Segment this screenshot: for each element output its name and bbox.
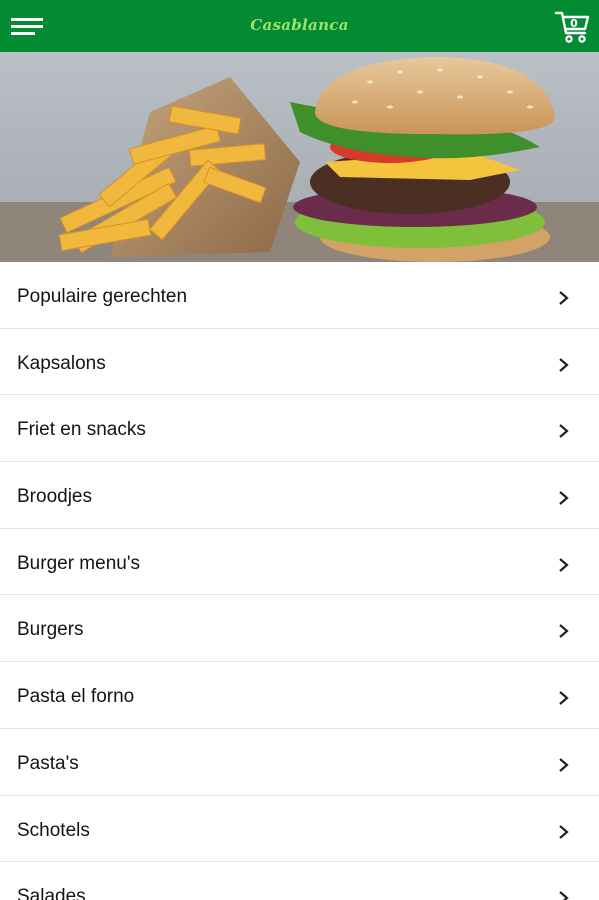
category-list: Populaire gerechten Kapsalons Friet en s… [0,262,599,900]
chevron-right-icon [558,690,570,706]
chevron-right-icon [558,890,570,900]
category-label: Friet en snacks [17,419,146,441]
category-item-burgers[interactable]: Burgers [0,595,599,663]
chevron-right-icon [558,490,570,506]
chevron-right-icon [558,290,570,306]
category-item-schotels[interactable]: Schotels [0,795,599,863]
category-label: Salades [17,886,86,900]
category-item-broodjes[interactable]: Broodjes [0,462,599,529]
category-item-pasta-el-forno[interactable]: Pasta el forno [0,662,599,729]
cart-count-badge: 0 [570,17,578,30]
category-label: Populaire gerechten [17,286,188,307]
chevron-right-icon [558,757,570,773]
chevron-right-icon [558,623,570,639]
category-item-pastas[interactable]: Pasta's [0,728,599,796]
category-item-kapsalons[interactable]: Kapsalons [0,328,599,396]
category-item-burger-menus[interactable]: Burger menu's [0,528,599,596]
shopping-cart-icon[interactable]: 0 [553,6,593,46]
category-label: Schotels [17,819,90,841]
chevron-right-icon [558,357,570,373]
app-header: Casablanca 0 [0,0,599,52]
category-label: Burgers [17,619,84,641]
category-label: Burger menu's [17,552,140,574]
category-label: Pasta's [17,752,79,774]
category-label: Broodjes [17,486,92,508]
chevron-right-icon [558,824,570,840]
category-item-populaire-gerechten[interactable]: Populaire gerechten [0,262,599,329]
category-label: Pasta el forno [17,686,135,708]
app-title: Casablanca [250,16,349,34]
chevron-right-icon [558,557,570,573]
category-item-salades[interactable]: Salades [0,862,599,900]
hero-burger-fries-image [0,52,599,262]
category-item-friet-en-snacks[interactable]: Friet en snacks [0,395,599,463]
chevron-right-icon [558,423,570,439]
category-label: Kapsalons [17,352,106,374]
